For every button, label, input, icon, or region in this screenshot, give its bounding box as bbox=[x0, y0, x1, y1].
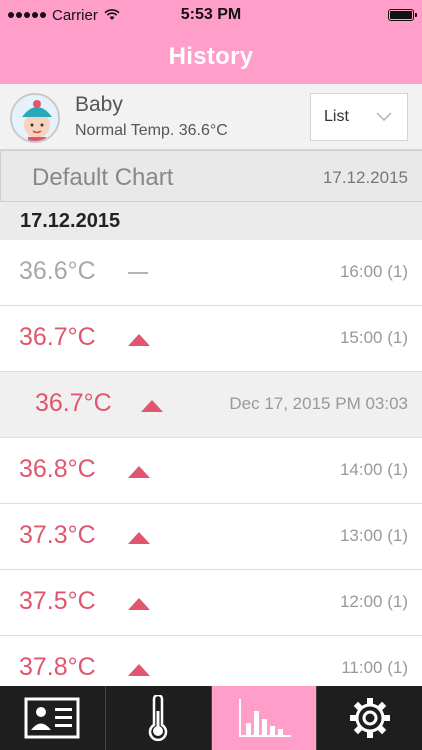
temperature-value: 37.5°C bbox=[19, 587, 96, 615]
profile-header: Baby Normal Temp. 36.6°C List bbox=[0, 84, 422, 150]
chevron-down-icon bbox=[376, 112, 392, 122]
section-date: 17.12.2015 bbox=[20, 210, 121, 232]
list-item[interactable]: 36.8°C 14:00 (1) bbox=[0, 438, 422, 504]
view-mode-select[interactable]: List bbox=[310, 93, 408, 141]
view-mode-value: List bbox=[324, 108, 349, 125]
temperature-value: 36.7°C bbox=[35, 389, 112, 417]
temperature-value: 36.8°C bbox=[19, 455, 96, 483]
thermometer-icon bbox=[148, 695, 168, 741]
list-item[interactable]: 36.6°C 16:00 (1) bbox=[0, 240, 422, 306]
chart-selector[interactable]: Default Chart 17.12.2015 bbox=[0, 150, 422, 202]
tab-profile[interactable] bbox=[0, 686, 106, 750]
reading-time: 14:00 (1) bbox=[339, 460, 408, 479]
tab-history[interactable] bbox=[211, 686, 318, 750]
battery-icon bbox=[388, 9, 417, 21]
temperature-value: 37.3°C bbox=[19, 521, 96, 549]
trend-up-icon bbox=[128, 664, 150, 676]
profile-name: Baby bbox=[75, 93, 123, 116]
reading-time: Dec 17, 2015 PM 03:03 bbox=[229, 394, 408, 413]
page-title: History bbox=[168, 43, 254, 70]
wifi-icon bbox=[104, 9, 120, 20]
reading-time: 12:00 (1) bbox=[339, 592, 408, 611]
reading-time: 15:00 (1) bbox=[339, 328, 408, 347]
reading-time: 13:00 (1) bbox=[339, 526, 408, 545]
carrier-label: Carrier bbox=[52, 6, 98, 24]
temperature-value: 36.7°C bbox=[19, 323, 96, 351]
list-item[interactable]: 36.7°C 15:00 (1) bbox=[0, 306, 422, 372]
bar-chart-icon bbox=[238, 699, 291, 737]
signal-icon bbox=[8, 12, 46, 18]
gear-icon bbox=[349, 698, 390, 738]
trend-up-icon bbox=[141, 400, 163, 412]
trend-up-icon bbox=[128, 532, 150, 544]
no-change-icon bbox=[128, 272, 148, 274]
list-item[interactable]: 37.5°C 12:00 (1) bbox=[0, 570, 422, 636]
status-left: Carrier bbox=[8, 7, 120, 24]
trend-up-icon bbox=[128, 334, 150, 346]
nav-bar: History bbox=[0, 30, 422, 84]
list-item[interactable]: 37.3°C 13:00 (1) bbox=[0, 504, 422, 570]
trend-up-icon bbox=[128, 598, 150, 610]
reading-time: 11:00 (1) bbox=[341, 658, 408, 677]
baby-photo bbox=[12, 95, 58, 141]
temperature-value: 36.6°C bbox=[19, 257, 96, 285]
tab-bar bbox=[0, 686, 422, 750]
reading-time: 16:00 (1) bbox=[339, 262, 408, 281]
avatar[interactable] bbox=[10, 93, 60, 143]
chart-date: 17.12.2015 bbox=[322, 168, 408, 187]
chart-name: Default Chart bbox=[32, 164, 174, 191]
temperature-value: 37.8°C bbox=[19, 653, 96, 681]
trend-up-icon bbox=[128, 466, 150, 478]
list-item-detail[interactable]: 36.7°C Dec 17, 2015 PM 03:03 bbox=[0, 372, 422, 438]
profile-normal-temp: Normal Temp. 36.6°C bbox=[75, 122, 228, 139]
tab-measure[interactable] bbox=[106, 686, 212, 750]
divider bbox=[0, 151, 1, 201]
profile-card-icon bbox=[24, 697, 80, 739]
tab-settings[interactable] bbox=[317, 686, 422, 750]
status-bar: Carrier 5:53 PM bbox=[0, 0, 422, 30]
section-date-header: 17.12.2015 bbox=[0, 202, 422, 240]
temperature-list: 36.6°C 16:00 (1) 36.7°C 15:00 (1) 36.7°C… bbox=[0, 240, 422, 702]
